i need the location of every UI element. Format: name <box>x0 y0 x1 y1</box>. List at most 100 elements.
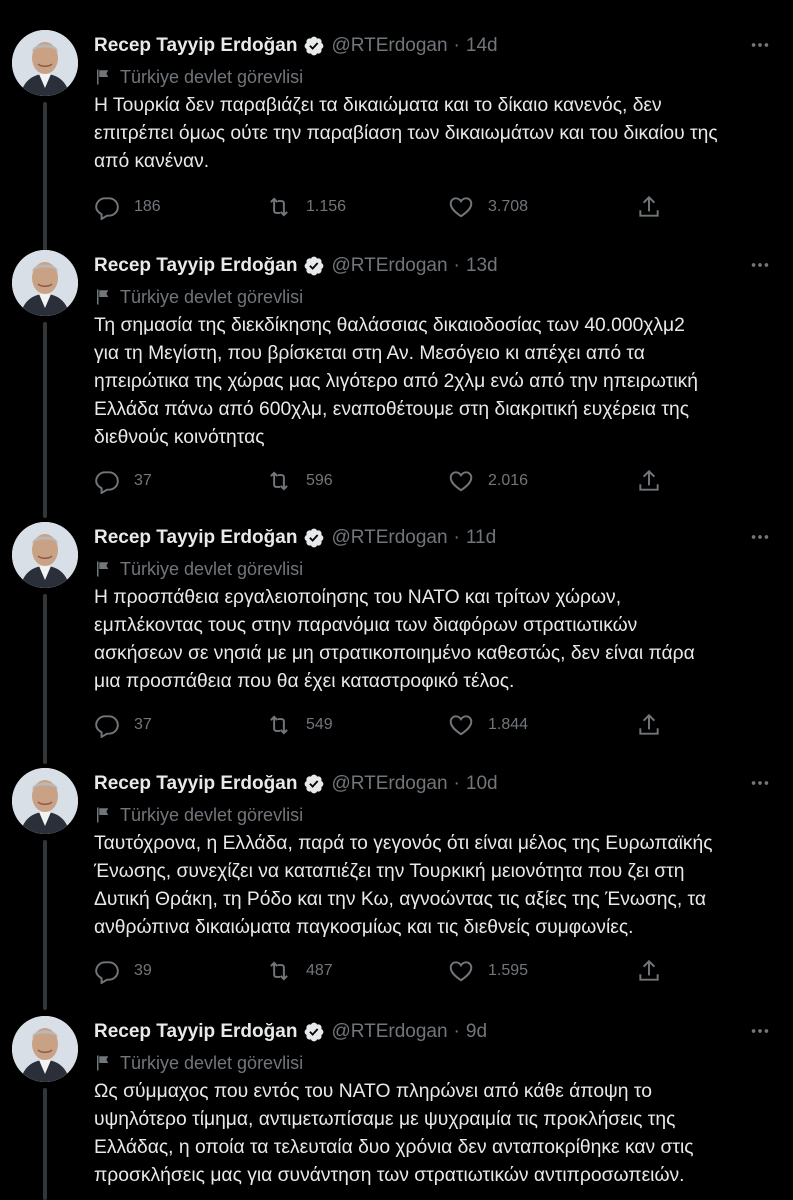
tweet-text: Τη σημασία της διεκδίκησης θαλάσσιας δικ… <box>94 315 698 448</box>
reply-count: 186 <box>134 198 161 215</box>
author-handle[interactable]: @RTErdogan <box>331 255 447 277</box>
more-options-icon[interactable] <box>747 252 773 278</box>
government-label-text: Türkiye devlet görevlisi <box>120 1052 304 1073</box>
reply-button[interactable]: 39 <box>94 956 152 986</box>
reply-button[interactable]: 37 <box>94 710 152 740</box>
author-name[interactable]: Recep Tayyip Erdoğan <box>94 773 297 795</box>
share-button[interactable] <box>636 710 662 740</box>
heart-icon <box>449 715 473 736</box>
author-name[interactable]: Recep Tayyip Erdoğan <box>94 1021 297 1043</box>
more-options-icon[interactable] <box>747 524 773 550</box>
separator-dot: · <box>453 255 460 276</box>
retweet-icon <box>270 715 288 735</box>
retweet-button[interactable]: 596 <box>266 466 333 496</box>
government-label-text: Türkiye devlet görevlisi <box>120 804 304 825</box>
tweet-header: Recep Tayyip Erdoğan @RTErdogan · 11d <box>94 524 496 552</box>
timestamp[interactable]: 14d <box>466 35 498 57</box>
share-button[interactable] <box>636 192 662 222</box>
government-label[interactable]: Türkiye devlet görevlisi <box>94 802 303 828</box>
retweet-icon <box>270 471 288 491</box>
flag-icon <box>97 69 109 85</box>
tweet-header: Recep Tayyip Erdoğan @RTErdogan · 10d <box>94 770 498 798</box>
author-name[interactable]: Recep Tayyip Erdoğan <box>94 527 297 549</box>
retweet-icon <box>270 961 288 981</box>
tweet-text: Ως σύμμαχος που εντός του ΝΑΤΟ πληρώνει … <box>94 1081 694 1186</box>
timestamp[interactable]: 13d <box>466 255 498 277</box>
thread-line <box>43 322 47 518</box>
reply-count: 37 <box>134 716 152 733</box>
avatar-image <box>12 768 78 834</box>
heart-icon <box>449 197 473 218</box>
author-handle[interactable]: @RTErdogan <box>331 527 447 549</box>
reply-button[interactable]: 37 <box>94 466 152 496</box>
retweet-count: 1.156 <box>306 198 347 215</box>
author-name[interactable]: Recep Tayyip Erdoğan <box>94 255 297 277</box>
tweet-actions: 37 596 2.016 <box>94 466 684 496</box>
reply-icon <box>95 961 119 984</box>
like-count: 2.016 <box>488 472 529 489</box>
avatar[interactable] <box>12 522 78 588</box>
more-options-icon[interactable] <box>747 32 773 58</box>
tweet-header: Recep Tayyip Erdoğan @RTErdogan · 14d <box>94 32 498 60</box>
government-label-text: Türkiye devlet görevlisi <box>120 286 304 307</box>
tweet-text: Η Τουρκία δεν παραβιάζει τα δικαιώματα κ… <box>94 95 718 172</box>
heart-icon <box>449 961 473 982</box>
like-count: 3.708 <box>488 198 529 215</box>
government-label[interactable]: Türkiye devlet görevlisi <box>94 556 303 582</box>
timestamp[interactable]: 11d <box>466 527 496 549</box>
timestamp[interactable]: 9d <box>466 1021 487 1043</box>
avatar-image <box>12 522 78 588</box>
author-name[interactable]: Recep Tayyip Erdoğan <box>94 35 297 57</box>
more-options-icon[interactable] <box>747 770 773 796</box>
government-label-text: Türkiye devlet görevlisi <box>120 66 304 87</box>
verified-badge-icon <box>305 774 324 794</box>
thread-line <box>43 594 47 764</box>
retweet-button[interactable]: 1.156 <box>266 192 346 222</box>
thread-line <box>43 1088 47 1200</box>
tweet-actions: 186 1.156 3.708 <box>94 192 684 222</box>
author-handle[interactable]: @RTErdogan <box>331 773 447 795</box>
government-label-text: Türkiye devlet görevlisi <box>120 558 304 579</box>
flag-icon <box>97 1055 109 1071</box>
avatar[interactable] <box>12 768 78 834</box>
retweet-icon <box>270 197 288 217</box>
avatar-image <box>12 1016 78 1082</box>
separator-dot: · <box>453 773 460 794</box>
timestamp[interactable]: 10d <box>466 773 498 795</box>
government-label[interactable]: Türkiye devlet görevlisi <box>94 284 303 310</box>
retweet-button[interactable]: 549 <box>266 710 333 740</box>
avatar-image <box>12 30 78 96</box>
more-options-icon[interactable] <box>747 1018 773 1044</box>
avatar[interactable] <box>12 250 78 316</box>
reply-icon <box>95 471 119 494</box>
avatar-image <box>12 250 78 316</box>
avatar[interactable] <box>12 1016 78 1082</box>
like-button[interactable]: 2.016 <box>448 466 528 496</box>
retweet-count: 487 <box>306 962 333 979</box>
verified-badge-icon <box>305 1022 324 1042</box>
share-button[interactable] <box>636 956 662 986</box>
reply-button[interactable]: 186 <box>94 192 161 222</box>
author-handle[interactable]: @RTErdogan <box>331 1021 447 1043</box>
government-label[interactable]: Türkiye devlet görevlisi <box>94 64 303 90</box>
like-count: 1.844 <box>488 716 529 733</box>
like-button[interactable]: 1.595 <box>448 956 528 986</box>
thread-line <box>43 840 47 1010</box>
separator-dot: · <box>453 1021 460 1042</box>
retweet-count: 549 <box>306 716 333 733</box>
government-label[interactable]: Türkiye devlet görevlisi <box>94 1050 303 1076</box>
like-button[interactable]: 1.844 <box>448 710 528 740</box>
verified-badge-icon <box>305 256 324 276</box>
flag-icon <box>97 561 109 577</box>
author-handle[interactable]: @RTErdogan <box>331 35 447 57</box>
separator-dot: · <box>453 527 460 548</box>
avatar[interactable] <box>12 30 78 96</box>
retweet-button[interactable]: 487 <box>266 956 333 986</box>
share-button[interactable] <box>636 466 662 496</box>
tweet-text: Ταυτόχρονα, η Ελλάδα, παρά το γεγονός ότ… <box>94 833 713 938</box>
like-button[interactable]: 3.708 <box>448 192 528 222</box>
tweet-actions: 37 549 1.844 <box>94 710 684 740</box>
verified-badge-icon <box>305 528 324 548</box>
share-icon <box>639 195 659 217</box>
reply-count: 37 <box>134 472 152 489</box>
